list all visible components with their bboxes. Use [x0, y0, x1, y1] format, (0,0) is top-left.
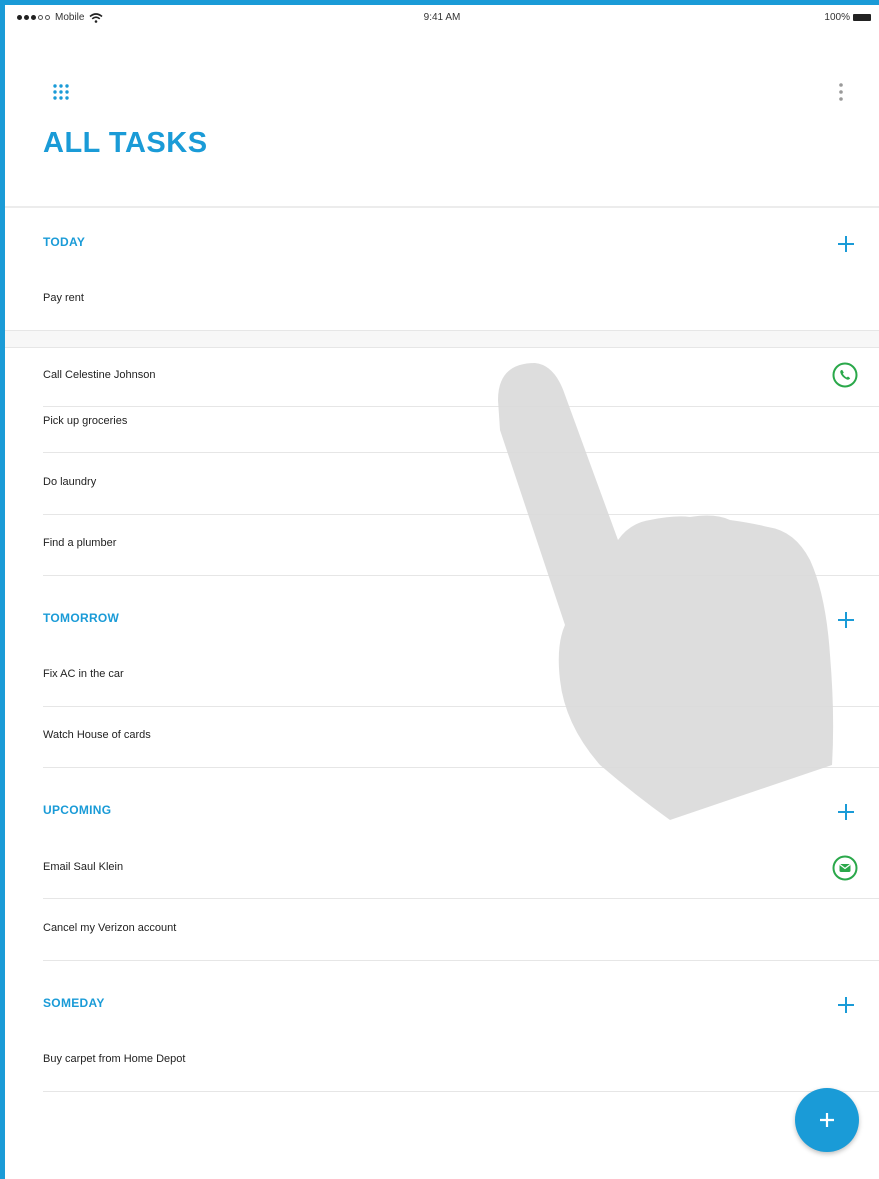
row-divider — [5, 347, 879, 348]
task-item[interactable]: Email Saul Klein — [43, 861, 123, 873]
row-divider — [43, 514, 879, 515]
task-item[interactable]: Find a plumber — [43, 537, 116, 549]
section-label-tomorrow: TOMORROW — [43, 611, 120, 625]
task-item[interactable]: Pick up groceries — [43, 415, 127, 427]
row-divider — [43, 767, 879, 768]
add-tomorrow-plus-icon[interactable] — [837, 611, 855, 629]
status-time: 9:41 AM — [423, 12, 461, 23]
task-item[interactable]: Do laundry — [43, 476, 96, 488]
header-divider — [5, 206, 879, 208]
task-item[interactable]: Watch House of cards — [43, 729, 151, 741]
task-item[interactable]: Buy carpet from Home Depot — [43, 1053, 185, 1065]
phone-icon[interactable] — [832, 362, 858, 388]
battery-icon — [853, 14, 871, 21]
row-divider — [43, 960, 879, 961]
tutorial-hand-pointer-icon — [498, 363, 834, 820]
section-label-upcoming: UPCOMING — [43, 803, 112, 817]
apps-grid-icon[interactable] — [52, 83, 70, 101]
row-divider — [43, 1091, 879, 1092]
section-label-someday: SOMEDAY — [43, 996, 105, 1010]
more-vertical-icon[interactable] — [836, 81, 846, 103]
row-divider — [43, 898, 879, 899]
plus-icon — [820, 1113, 834, 1127]
page-title: ALL TASKS — [43, 127, 208, 159]
add-today-plus-icon[interactable] — [837, 235, 855, 253]
add-task-fab-button[interactable] — [795, 1088, 859, 1152]
add-upcoming-plus-icon[interactable] — [837, 803, 855, 821]
row-divider — [43, 406, 879, 407]
section-gap — [5, 331, 879, 347]
row-divider — [43, 706, 879, 707]
task-item[interactable]: Pay rent — [43, 292, 84, 304]
task-item[interactable]: Fix AC in the car — [43, 668, 124, 680]
add-someday-plus-icon[interactable] — [837, 996, 855, 1014]
section-label-today: TODAY — [43, 235, 86, 249]
row-divider — [43, 575, 879, 576]
task-item[interactable]: Cancel my Verizon account — [43, 922, 176, 934]
row-divider — [43, 452, 879, 453]
status-bar: Mobile 9:41 AM 100% — [5, 5, 879, 31]
window-frame-left — [0, 0, 5, 1179]
status-bar-right: 100% — [824, 12, 871, 23]
email-icon[interactable] — [832, 855, 858, 881]
battery-percent: 100% — [824, 12, 850, 23]
task-item[interactable]: Call Celestine Johnson — [43, 369, 156, 381]
